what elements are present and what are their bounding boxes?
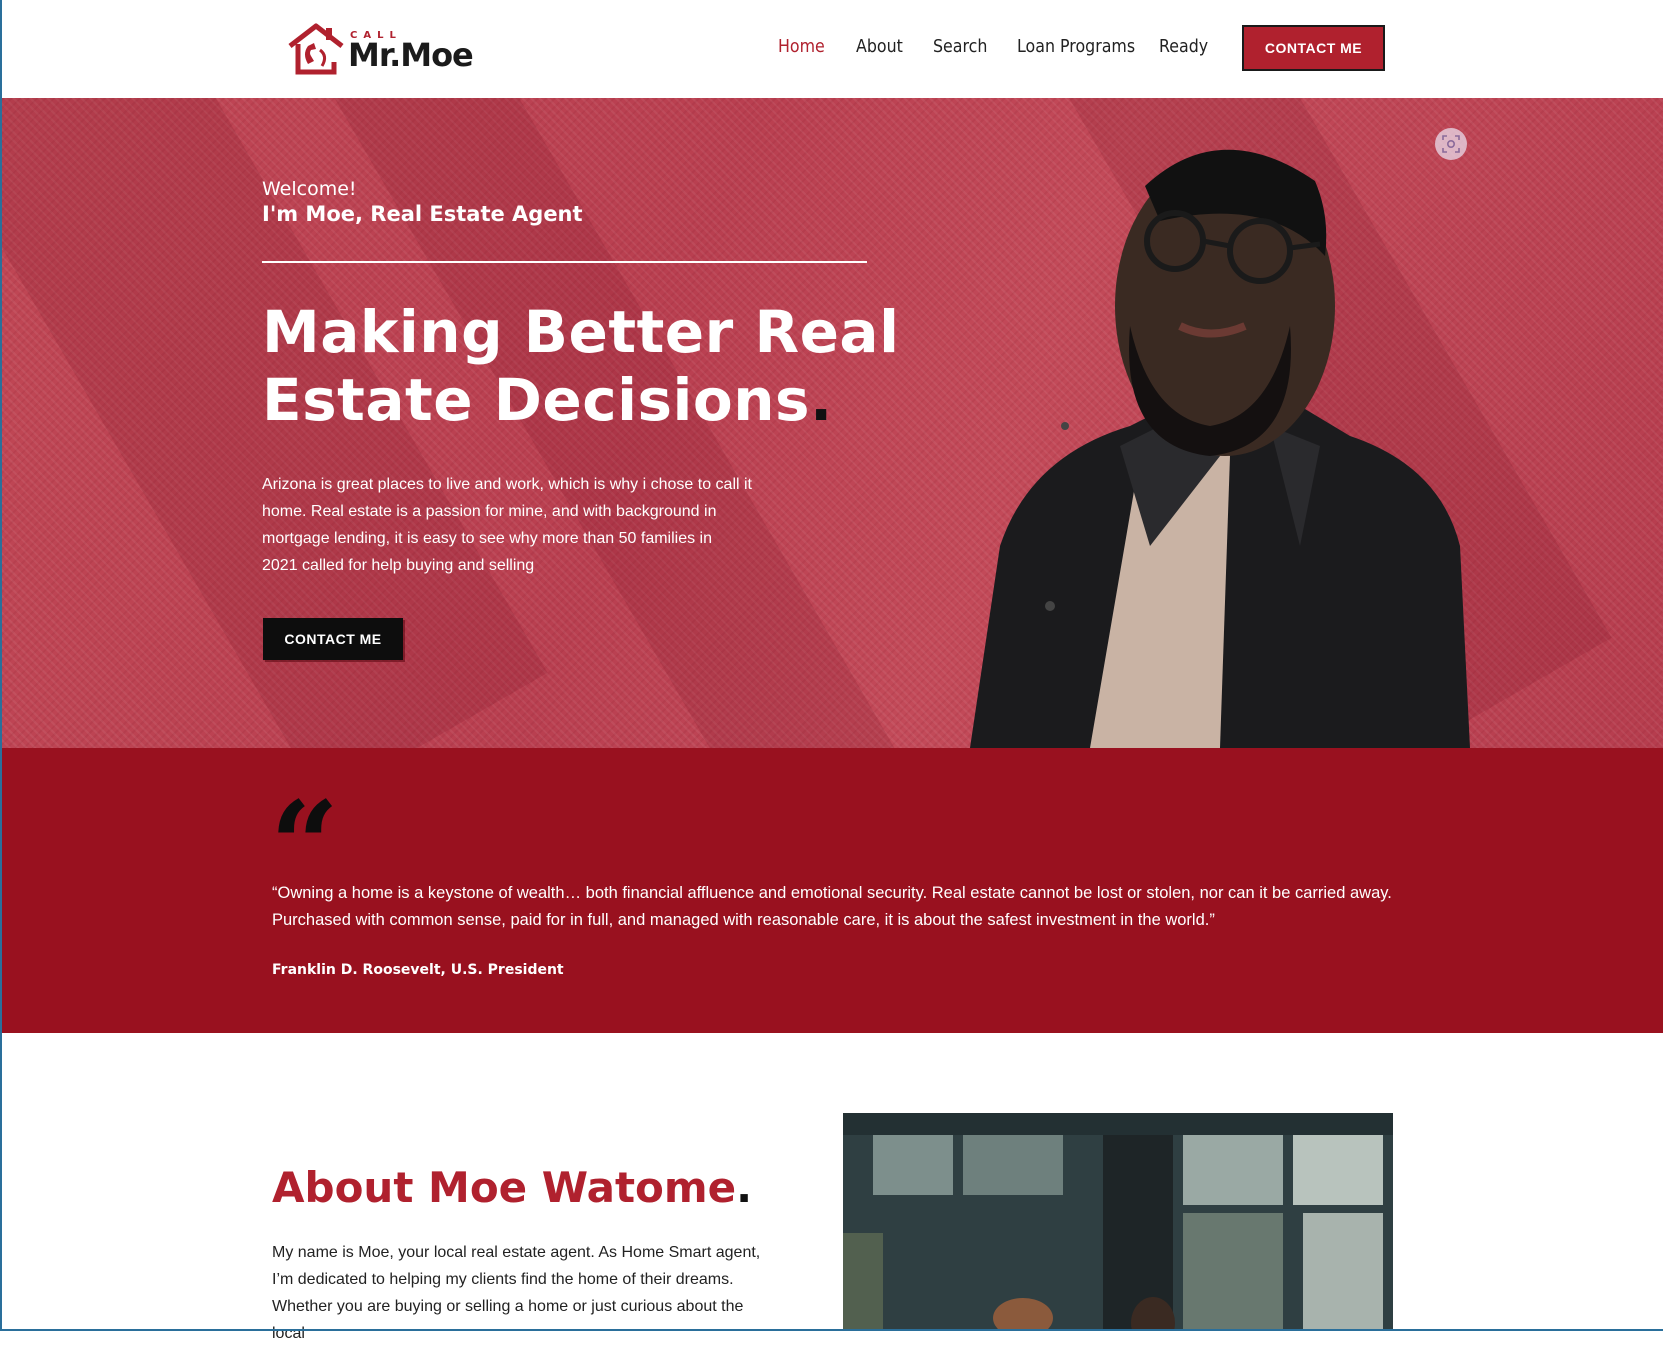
agent-portrait bbox=[970, 149, 1470, 748]
hero-welcome: Welcome! bbox=[262, 178, 357, 200]
hero-paragraph: Arizona is great places to live and work… bbox=[262, 476, 752, 574]
about-title: About Moe Watome. bbox=[272, 1163, 752, 1212]
about-title-dot: . bbox=[736, 1163, 753, 1212]
quote-section: “ “Owning a home is a keystone of wealth… bbox=[0, 748, 1663, 1033]
hero-title-line1: Making Better Real bbox=[262, 298, 900, 366]
house-phone-icon bbox=[288, 23, 344, 75]
about-title-text: About Moe Watome bbox=[272, 1163, 737, 1212]
hero-section: Welcome! I'm Moe, Real Estate Agent Maki… bbox=[0, 98, 1663, 748]
nav-item-about[interactable]: About bbox=[856, 36, 903, 57]
hero-intro: I'm Moe, Real Estate Agent bbox=[262, 202, 583, 226]
nav-item-loan-programs[interactable]: Loan Programs bbox=[1017, 36, 1135, 57]
logo-name-text: Mr.Moe bbox=[348, 36, 474, 74]
about-section: About Moe Watome. My name is Moe, your l… bbox=[0, 1033, 1663, 1342]
hero-contact-button[interactable]: CONTACT ME bbox=[263, 618, 403, 660]
nav-item-home[interactable]: Home bbox=[778, 36, 825, 57]
site-logo[interactable]: CALL Mr.Moe bbox=[286, 22, 476, 76]
nav-item-ready[interactable]: Ready bbox=[1159, 36, 1208, 57]
hero-divider bbox=[262, 261, 867, 263]
about-photo bbox=[843, 1113, 1393, 1331]
focus-scan-icon[interactable] bbox=[1435, 128, 1467, 160]
hero-title: Making Better Real Estate Decisions. bbox=[262, 298, 902, 434]
hero-title-dot: . bbox=[810, 366, 833, 434]
quote-icon: “ bbox=[270, 786, 339, 856]
header-contact-button[interactable]: CONTACT ME bbox=[1242, 25, 1385, 71]
hero-title-line2: Estate Decisions bbox=[262, 366, 811, 434]
nav-item-search[interactable]: Search bbox=[933, 36, 987, 57]
site-header: CALL Mr.Moe Home About Search Loan Progr… bbox=[0, 0, 1663, 98]
quote-author: Franklin D. Roosevelt, U.S. President bbox=[272, 962, 564, 978]
quote-text: “Owning a home is a keystone of wealth… … bbox=[272, 884, 1392, 929]
